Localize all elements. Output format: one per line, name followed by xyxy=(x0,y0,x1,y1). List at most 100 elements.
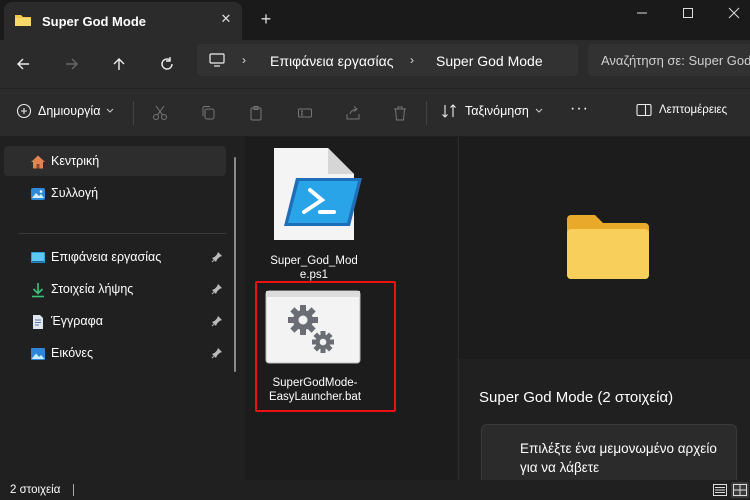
sort-icon xyxy=(442,104,456,118)
sidebar-item-label: Εικόνες xyxy=(51,346,94,360)
details-label: Λεπτομέρειες xyxy=(659,104,728,116)
folder-icon xyxy=(567,215,649,279)
close-window-button[interactable] xyxy=(714,0,750,26)
address-bar[interactable]: › Επιφάνεια εργασίας › Super God Mode xyxy=(197,44,578,76)
breadcrumb-current-folder[interactable]: Super God Mode xyxy=(436,53,543,69)
folder-icon xyxy=(15,15,31,26)
refresh-icon xyxy=(161,57,173,70)
navigation-pane: Κεντρική Συλλογή Επιφάνεια εργασίας Στοι… xyxy=(0,137,245,480)
breadcrumb-desktop[interactable]: Επιφάνεια εργασίας xyxy=(270,53,394,69)
title-bar: Super God Mode ✕ + xyxy=(0,0,750,40)
copy-button[interactable] xyxy=(198,103,218,123)
sidebar-divider xyxy=(18,233,226,234)
rename-button[interactable] xyxy=(295,103,315,123)
sidebar-item-label: Κεντρική xyxy=(51,154,100,168)
tab-title: Super God Mode xyxy=(42,14,146,29)
desktop-icon xyxy=(31,252,45,263)
arrow-right-icon xyxy=(66,58,78,70)
arrow-left-icon xyxy=(17,58,29,70)
chevron-down-icon xyxy=(535,108,543,113)
preview-area xyxy=(459,137,750,359)
sidebar-item-pictures[interactable]: Εικόνες xyxy=(4,338,226,368)
trash-icon xyxy=(394,106,406,121)
share-icon xyxy=(346,106,360,120)
share-button[interactable] xyxy=(343,103,363,123)
file-label-line: e.ps1 xyxy=(299,269,329,281)
toolbar-divider xyxy=(133,101,134,125)
more-icon: ··· xyxy=(570,100,589,117)
command-bar: Δημιουργία Ταξινόμηση ··· Λεπτομέρειες xyxy=(0,88,750,136)
maximize-button[interactable] xyxy=(668,0,708,26)
sidebar-item-downloads[interactable]: Στοιχεία λήψης xyxy=(4,274,226,304)
details-title: Super God Mode (2 στοιχεία) xyxy=(479,389,674,406)
sidebar-scrollbar[interactable] xyxy=(234,157,236,372)
details-view-button[interactable] xyxy=(711,482,729,498)
scissors-icon xyxy=(153,105,167,120)
toolbar-divider xyxy=(426,101,427,125)
file-item-ps1[interactable]: Super_God_Mod e.ps1 xyxy=(262,146,372,281)
sidebar-item-desktop[interactable]: Επιφάνεια εργασίας xyxy=(4,242,226,272)
pin-icon[interactable] xyxy=(211,251,223,263)
close-icon xyxy=(728,7,740,19)
refresh-button[interactable] xyxy=(155,52,179,76)
search-placeholder: Αναζήτηση σε: Super God Mode xyxy=(601,53,750,68)
new-button[interactable]: Δημιουργία xyxy=(16,103,114,119)
paste-button[interactable] xyxy=(246,103,266,123)
sidebar-item-gallery[interactable]: Συλλογή xyxy=(4,178,226,208)
sort-button[interactable]: Ταξινόμηση xyxy=(441,103,543,119)
new-tab-button[interactable]: + xyxy=(256,9,276,29)
arrow-up-icon xyxy=(113,58,125,70)
search-box[interactable]: Αναζήτηση σε: Super God Mode xyxy=(588,44,750,76)
status-divider xyxy=(73,484,74,496)
selection-highlight xyxy=(255,281,396,412)
gallery-icon xyxy=(31,188,45,200)
powershell-script-icon xyxy=(274,148,362,240)
download-icon xyxy=(32,283,44,298)
sidebar-item-documents[interactable]: Έγγραφα xyxy=(4,306,226,336)
cut-button[interactable] xyxy=(150,103,170,123)
back-button[interactable] xyxy=(11,52,35,76)
navigation-bar: › Επιφάνεια εργασίας › Super God Mode Αν… xyxy=(0,40,750,88)
documents-icon xyxy=(33,315,43,329)
up-button[interactable] xyxy=(107,52,131,76)
sidebar-item-label: Συλλογή xyxy=(51,186,99,200)
sort-label: Ταξινόμηση xyxy=(465,104,529,118)
grid-view-icon xyxy=(733,484,747,496)
file-label-line: Super_God_Mod xyxy=(270,255,358,267)
details-pane: Super God Mode (2 στοιχεία) Επιλέξτε ένα… xyxy=(458,137,750,494)
copy-icon xyxy=(202,106,215,120)
chevron-right-icon: › xyxy=(410,53,414,67)
close-tab-icon[interactable]: ✕ xyxy=(218,11,234,27)
details-pane-button[interactable]: Λεπτομέρειες xyxy=(636,103,727,117)
sidebar-item-home[interactable]: Κεντρική xyxy=(4,146,226,176)
sidebar-item-label: Έγγραφα xyxy=(51,314,103,328)
details-message: Επιλέξτε ένα μεμονωμένο αρχείο για να λά… xyxy=(520,441,717,475)
new-label: Δημιουργία xyxy=(38,104,101,118)
computer-icon xyxy=(209,53,225,67)
chevron-right-icon: › xyxy=(242,53,246,67)
tab-super-god-mode[interactable]: Super God Mode ✕ xyxy=(4,2,242,40)
minimize-icon xyxy=(637,12,647,14)
chevron-down-icon xyxy=(107,108,114,113)
list-view-icon xyxy=(713,484,727,496)
minimize-button[interactable] xyxy=(622,0,662,26)
maximize-icon xyxy=(683,8,693,18)
forward-button[interactable] xyxy=(60,52,84,76)
file-label: Super_God_Mod e.ps1 xyxy=(259,254,369,282)
plus-circle-icon xyxy=(16,103,32,119)
pictures-icon xyxy=(31,348,45,360)
sidebar-item-label: Επιφάνεια εργασίας xyxy=(51,250,162,264)
clipboard-icon xyxy=(250,106,262,121)
delete-button[interactable] xyxy=(390,103,410,123)
rename-icon xyxy=(298,108,312,118)
pin-icon[interactable] xyxy=(211,283,223,295)
tiles-view-button[interactable] xyxy=(731,482,749,498)
details-pane-icon xyxy=(636,103,652,117)
pin-icon[interactable] xyxy=(211,347,223,359)
item-count: 2 στοιχεία xyxy=(10,484,61,496)
sidebar-item-label: Στοιχεία λήψης xyxy=(51,282,134,296)
home-icon xyxy=(31,155,45,169)
more-options-button[interactable]: ··· xyxy=(570,100,589,118)
status-bar: 2 στοιχεία xyxy=(0,480,750,500)
pin-icon[interactable] xyxy=(211,315,223,327)
